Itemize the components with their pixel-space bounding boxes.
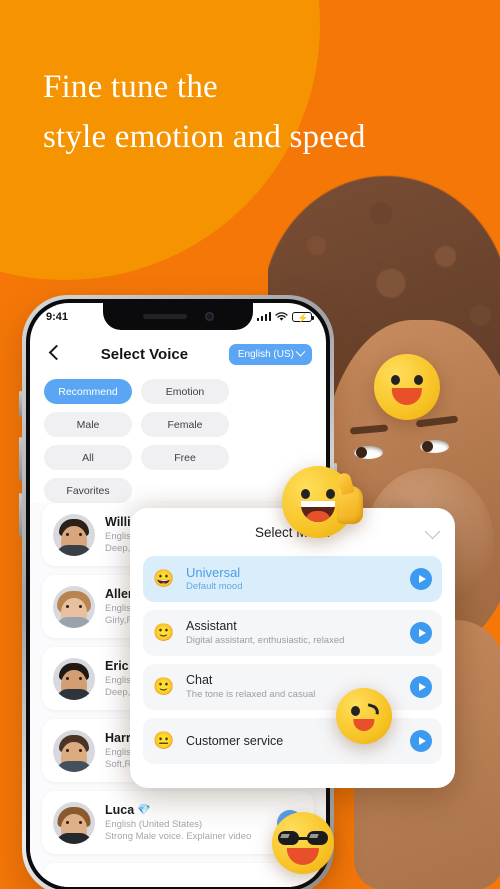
page-title: Select Voice <box>100 345 189 363</box>
earpiece-speaker-icon <box>142 314 187 319</box>
status-icons: ⚡ <box>256 311 314 323</box>
voice-description: Strong Male voice. Explainer video <box>105 830 252 842</box>
headline-line-1: Fine tune the <box>43 69 218 105</box>
phone-volume-down-button[interactable] <box>19 493 22 537</box>
voice-language: English (United States) <box>105 818 203 830</box>
avatar <box>53 729 95 772</box>
emoji-eye-left <box>391 375 401 386</box>
wifi-icon <box>275 311 288 321</box>
headline-line-2: style emotion and speed <box>43 119 366 155</box>
mood-description: Default mood <box>186 581 243 592</box>
emoji-lens-left <box>277 830 299 846</box>
filter-chip-favorites[interactable]: Favorites <box>44 478 132 503</box>
sunglasses-emoji-sticker <box>272 812 334 874</box>
promo-headline: Fine tune the style emotion and speed <box>43 62 483 162</box>
mood-emoji-icon: 🙂 <box>153 677 175 696</box>
emoji-mouth <box>391 388 423 406</box>
phone-volume-up-button[interactable] <box>19 437 22 481</box>
status-time: 9:41 <box>46 310 69 323</box>
filter-chip-female[interactable]: Female <box>141 412 229 437</box>
emoji-mouth <box>286 847 320 866</box>
mood-name: Assistant <box>186 619 237 633</box>
emoji-face <box>336 688 392 744</box>
mood-text: Universal Default mood <box>186 565 399 593</box>
phone-notch <box>103 303 253 330</box>
emoji-face <box>272 812 334 874</box>
chevron-down-icon[interactable] <box>424 523 441 540</box>
filter-chip-group: Recommend Emotion Male Female All Free F… <box>30 379 326 503</box>
emoji-face <box>374 354 440 420</box>
filter-chip-male[interactable]: Male <box>44 412 132 437</box>
model-pupil-left <box>356 447 367 458</box>
model-pupil-right <box>422 441 433 452</box>
back-chevron-icon[interactable] <box>44 343 66 365</box>
emoji-sunglasses-icon <box>277 830 329 846</box>
avatar <box>53 585 95 628</box>
mood-emoji-icon: 😀 <box>153 569 175 588</box>
battery-charging-icon: ⚡ <box>292 311 314 323</box>
mood-list-item-customer-service[interactable]: 😐 Customer service <box>143 718 442 764</box>
play-icon[interactable] <box>410 730 432 752</box>
voice-badge-icon: 💎 <box>137 804 151 816</box>
mood-emoji-icon: 😐 <box>153 731 175 750</box>
voice-name: Eric <box>105 658 129 673</box>
mood-text: Assistant Digital assistant, enthusiasti… <box>186 619 399 647</box>
language-selector-button[interactable]: English (US) <box>228 343 312 365</box>
chevron-down-icon <box>295 346 306 357</box>
emoji-eye-left <box>350 705 360 716</box>
play-icon[interactable] <box>410 568 432 590</box>
mood-name: Chat <box>186 673 213 687</box>
avatar <box>53 801 95 844</box>
mood-description: Digital assistant, enthusiastic, relaxed <box>186 635 345 646</box>
signal-bars-icon <box>256 312 271 321</box>
emoji-teeth <box>300 500 336 508</box>
filter-chip-all[interactable]: All <box>44 445 132 470</box>
voice-name: Luca <box>105 802 135 817</box>
select-mood-modal: Select Mood 😀 Universal Default mood 🙂 A… <box>130 508 455 788</box>
avatar <box>53 513 95 556</box>
emoji-face <box>282 466 363 538</box>
grinning-emoji-sticker <box>374 354 440 420</box>
emoji-wink-eye <box>365 702 381 715</box>
filter-chip-free[interactable]: Free <box>141 445 229 470</box>
mood-emoji-icon: 🙂 <box>153 623 175 642</box>
emoji-open-mouth <box>300 500 336 523</box>
emoji-thumb-icon <box>336 486 363 524</box>
emoji-mouth <box>353 718 375 732</box>
front-camera-icon <box>204 312 214 321</box>
mood-list-item-chat[interactable]: 🙂 Chat The tone is relaxed and casual <box>143 664 442 710</box>
mood-list: 😀 Universal Default mood 🙂 Assistant Dig… <box>143 556 442 764</box>
play-icon[interactable] <box>410 622 432 644</box>
voice-list-item[interactable] <box>42 863 314 887</box>
phone-silent-switch[interactable] <box>19 391 22 417</box>
mood-list-item-universal[interactable]: 😀 Universal Default mood <box>143 556 442 602</box>
app-header: Select Voice English (US) <box>30 336 326 372</box>
language-selector-label: English (US) <box>237 348 294 360</box>
voice-name-row: Luca 💎 <box>105 803 267 817</box>
mood-list-item-assistant[interactable]: 🙂 Assistant Digital assistant, enthusias… <box>143 610 442 656</box>
voice-info: Luca 💎 English (United States) Strong Ma… <box>105 803 267 843</box>
emoji-eye-left <box>300 489 310 500</box>
filter-chip-emotion[interactable]: Emotion <box>141 379 229 404</box>
emoji-eye-right <box>413 375 423 386</box>
play-icon[interactable] <box>410 676 432 698</box>
emoji-eye-right <box>326 489 336 500</box>
emoji-lens-right <box>307 830 329 846</box>
avatar <box>53 657 95 700</box>
thumbs-up-emoji-sticker <box>282 466 363 538</box>
filter-chip-recommend[interactable]: Recommend <box>44 379 132 404</box>
mood-name: Universal <box>186 565 241 580</box>
winking-emoji-sticker <box>336 688 392 744</box>
